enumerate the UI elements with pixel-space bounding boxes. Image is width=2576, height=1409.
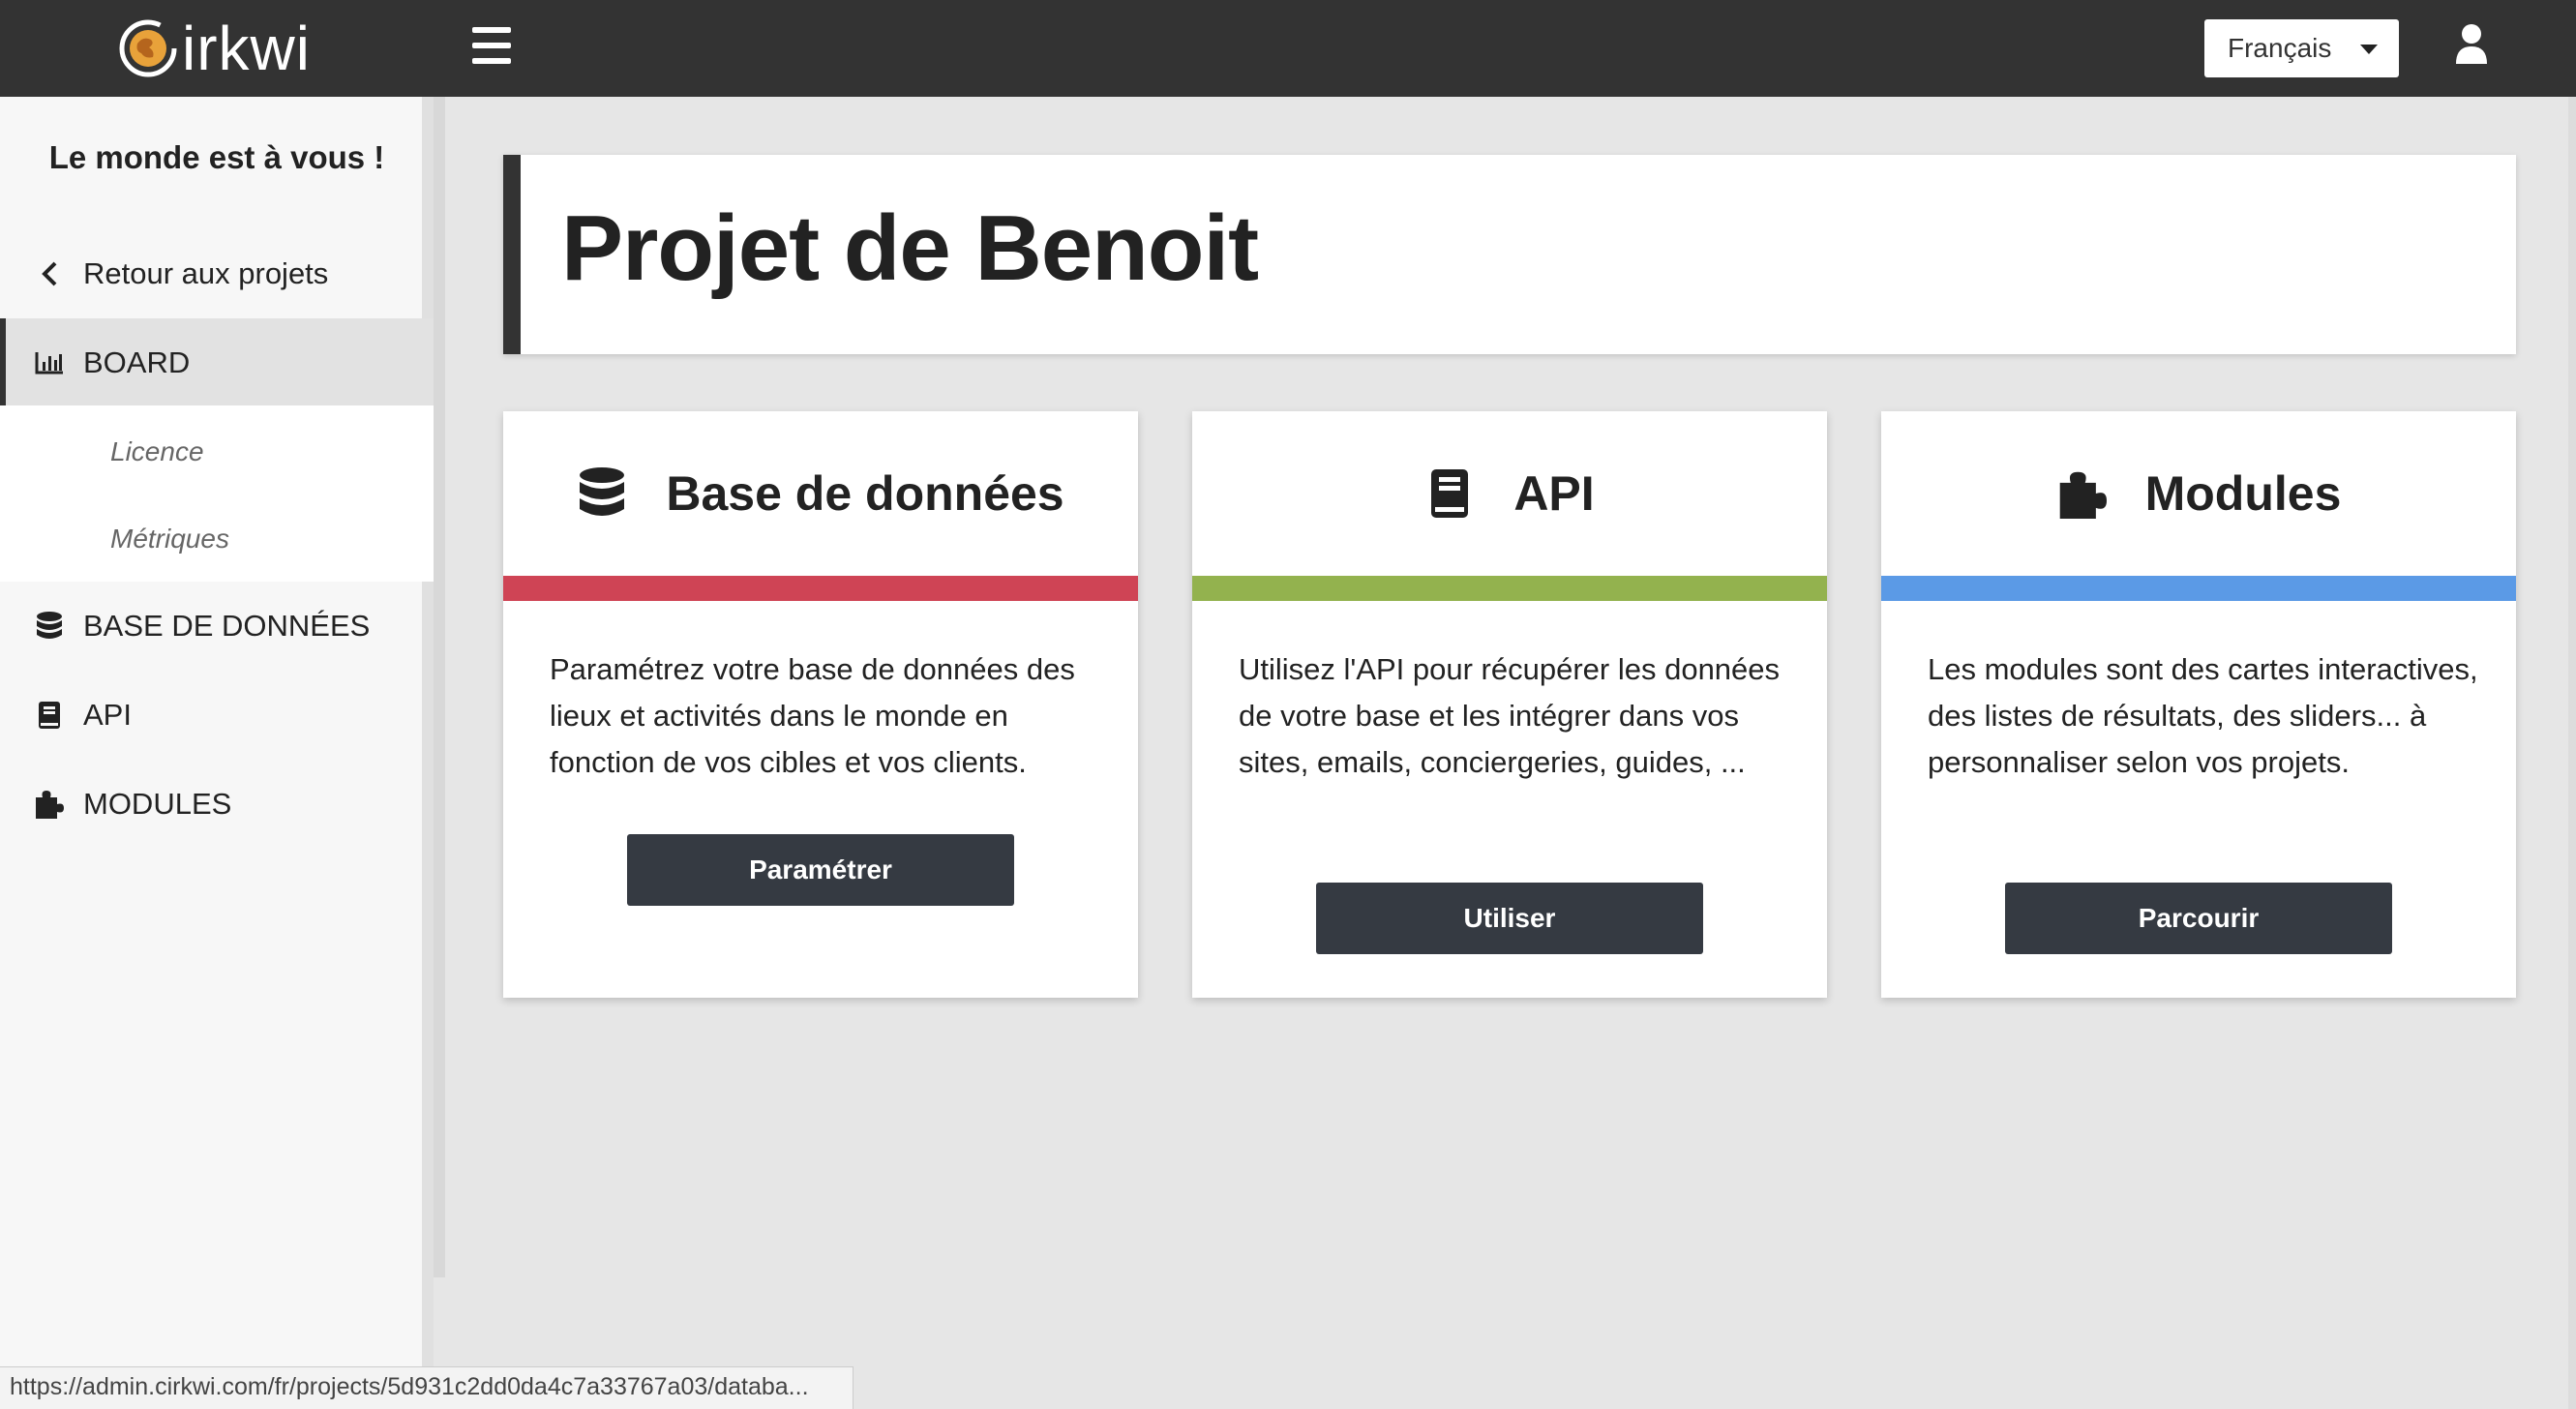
card-title: API bbox=[1513, 466, 1595, 521]
bar-chart-icon bbox=[33, 346, 66, 379]
card-description: Paramétrez votre base de données des lie… bbox=[550, 652, 1075, 779]
puzzle-icon bbox=[2059, 471, 2107, 519]
sidebar-item-api[interactable]: API bbox=[0, 671, 434, 760]
card-modules: Modules Les modules sont des cartes inte… bbox=[1881, 411, 2516, 998]
card-header: Modules bbox=[1881, 411, 2516, 576]
language-select[interactable]: Français bbox=[2204, 19, 2399, 77]
chevron-left-icon bbox=[33, 257, 66, 290]
sidebar-scrollbar[interactable] bbox=[434, 97, 445, 1277]
sidebar: Le monde est à vous ! Retour aux projets… bbox=[0, 97, 434, 1409]
top-navbar: irkwi Français bbox=[0, 0, 2576, 97]
book-icon bbox=[1431, 469, 1469, 518]
card-accent-bar bbox=[503, 576, 1138, 601]
cirkwi-logo[interactable]: irkwi bbox=[118, 10, 311, 87]
card-accent-bar bbox=[1192, 576, 1827, 601]
card-accent-bar bbox=[1881, 576, 2516, 601]
link-status-url: https://admin.cirkwi.com/fr/projects/5d9… bbox=[0, 1366, 854, 1409]
sidebar-tagline: Le monde est à vous ! bbox=[48, 139, 385, 175]
sidebar-item-database[interactable]: BASE DE DONNÉES bbox=[0, 582, 434, 671]
logo-text: irkwi bbox=[182, 14, 311, 83]
database-icon bbox=[33, 610, 66, 643]
user-account-icon[interactable] bbox=[2454, 23, 2489, 66]
card-description: Utilisez l'API pour récupérer les donnée… bbox=[1239, 652, 1781, 779]
project-title-card: Projet de Benoit bbox=[503, 155, 2516, 354]
sidebar-item-label: BOARD bbox=[83, 345, 191, 379]
menu-toggle-icon[interactable] bbox=[472, 27, 511, 64]
page-title: Projet de Benoit bbox=[561, 196, 1259, 300]
card-header: API bbox=[1192, 411, 1827, 576]
back-to-projects-link[interactable]: Retour aux projets bbox=[0, 229, 434, 318]
sidebar-item-label: API bbox=[83, 698, 132, 732]
parametrer-button[interactable]: Paramétrer bbox=[627, 834, 1014, 906]
sidebar-subitem-metriques[interactable]: Métriques bbox=[110, 524, 229, 555]
card-header: Base de données bbox=[503, 411, 1138, 576]
sidebar-item-label: MODULES bbox=[83, 787, 232, 821]
card-database: Base de données Paramétrez votre base de… bbox=[503, 411, 1138, 998]
parcourir-button[interactable]: Parcourir bbox=[2005, 883, 2392, 954]
language-selected-value: Français bbox=[2228, 33, 2332, 63]
back-to-projects-label: Retour aux projets bbox=[83, 256, 329, 290]
globe-logo-icon bbox=[119, 19, 177, 77]
sidebar-subitem-licence[interactable]: Licence bbox=[110, 436, 204, 467]
card-title: Base de données bbox=[666, 466, 1064, 521]
card-description: Les modules sont des cartes interactives… bbox=[1928, 652, 2478, 779]
utiliser-button[interactable]: Utiliser bbox=[1316, 883, 1703, 954]
board-submenu: Licence Métriques bbox=[0, 405, 434, 582]
caret-down-icon bbox=[2360, 45, 2378, 54]
puzzle-icon bbox=[33, 788, 66, 821]
page-scrollbar[interactable] bbox=[2568, 97, 2576, 1409]
card-title: Modules bbox=[2144, 466, 2342, 521]
card-api: API Utilisez l'API pour récupérer les do… bbox=[1192, 411, 1827, 998]
sidebar-item-board[interactable]: BOARD bbox=[0, 318, 434, 407]
database-icon bbox=[580, 467, 625, 516]
sidebar-item-label: BASE DE DONNÉES bbox=[83, 609, 371, 643]
book-icon bbox=[33, 699, 66, 732]
sidebar-item-modules[interactable]: MODULES bbox=[0, 760, 434, 849]
